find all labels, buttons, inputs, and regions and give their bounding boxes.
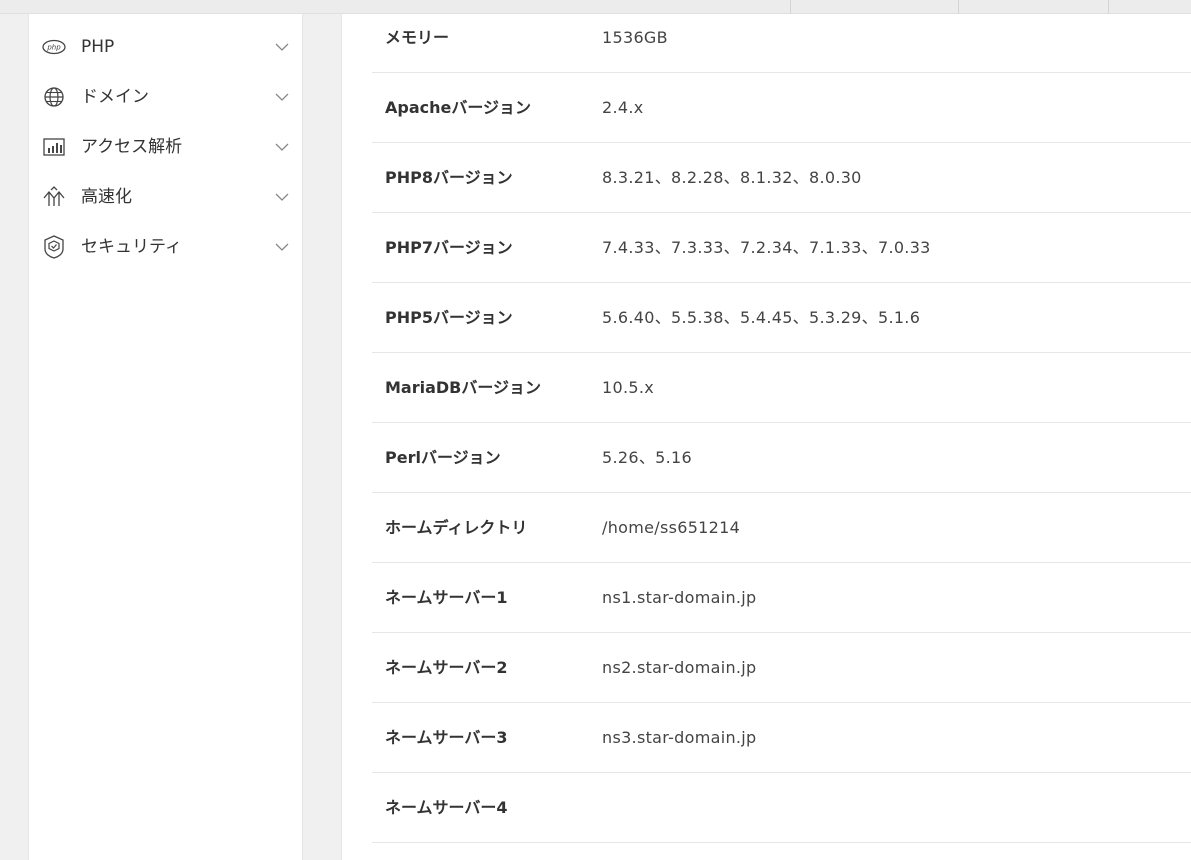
row-value: 5.26、5.16 (602, 448, 692, 467)
svg-text:php: php (46, 44, 61, 52)
table-row: Perlバージョン 5.26、5.16 (372, 423, 1191, 493)
row-key: PHP7バージョン (385, 238, 513, 257)
row-key: ネームサーバー3 (385, 728, 508, 747)
table-row: PHP7バージョン 7.4.33、7.3.33、7.2.34、7.1.33、7.… (372, 213, 1191, 283)
table-row: PHP5バージョン 5.6.40、5.5.38、5.4.45、5.3.29、5.… (372, 283, 1191, 353)
chart-icon (42, 136, 66, 158)
table-row: ネームサーバー2 ns2.star-domain.jp (372, 633, 1191, 703)
row-value: 8.3.21、8.2.28、8.1.32、8.0.30 (602, 168, 862, 187)
chevron-down-icon (274, 89, 290, 105)
table-row: MariaDBバージョン 10.5.x (372, 353, 1191, 423)
row-key: MariaDBバージョン (385, 378, 542, 397)
row-key: PHP8バージョン (385, 168, 513, 187)
row-key: ホームディレクトリ (385, 518, 528, 537)
sidebar-item-label: ドメイン (81, 87, 149, 107)
table-row: ネームサーバー4 (372, 773, 1191, 843)
php-icon: php (42, 36, 66, 58)
sidebar-item-security[interactable]: セキュリティ (29, 222, 302, 272)
chevron-down-icon (274, 189, 290, 205)
shield-icon (42, 235, 66, 259)
server-info-panel: メモリー 1536GB Apacheバージョン 2.4.x PHP8バージョン … (341, 14, 1191, 860)
sidebar: php PHP ドメイン アクセス解析 高速化 セキュリティ (28, 14, 303, 860)
globe-icon (42, 86, 66, 108)
row-key: ネームサーバー2 (385, 658, 508, 677)
table-row: ネームサーバー3 ns3.star-domain.jp (372, 703, 1191, 773)
sidebar-item-speedup[interactable]: 高速化 (29, 172, 302, 222)
sidebar-item-access-analysis[interactable]: アクセス解析 (29, 122, 302, 172)
speed-icon (42, 186, 66, 208)
table-row: Apacheバージョン 2.4.x (372, 73, 1191, 143)
row-value: 5.6.40、5.5.38、5.4.45、5.3.29、5.1.6 (602, 308, 921, 327)
sidebar-item-label: アクセス解析 (81, 137, 183, 157)
table-row: ネームサーバー1 ns1.star-domain.jp (372, 563, 1191, 633)
sidebar-item-domain[interactable]: ドメイン (29, 72, 302, 122)
row-key: メモリー (385, 28, 450, 47)
row-value: 2.4.x (602, 98, 644, 117)
row-value: ns1.star-domain.jp (602, 588, 757, 607)
row-key: ネームサーバー1 (385, 588, 508, 607)
row-key: PHP5バージョン (385, 308, 513, 327)
chevron-down-icon (274, 139, 290, 155)
chevron-down-icon (274, 39, 290, 55)
row-value: 10.5.x (602, 378, 654, 397)
chevron-down-icon (274, 239, 290, 255)
table-row: PHP8バージョン 8.3.21、8.2.28、8.1.32、8.0.30 (372, 143, 1191, 213)
row-value: ns2.star-domain.jp (602, 658, 757, 677)
sidebar-item-label: PHP (81, 37, 115, 57)
sidebar-item-label: 高速化 (81, 187, 132, 207)
row-value: 1536GB (602, 28, 668, 47)
row-key: Perlバージョン (385, 448, 501, 467)
row-value: /home/ss651214 (602, 518, 741, 537)
sidebar-item-label: セキュリティ (81, 237, 182, 257)
table-row: ホームディレクトリ /home/ss651214 (372, 493, 1191, 563)
row-key: Apacheバージョン (385, 98, 532, 117)
row-value: 7.4.33、7.3.33、7.2.34、7.1.33、7.0.33 (602, 238, 931, 257)
row-value: ns3.star-domain.jp (602, 728, 757, 747)
sidebar-item-php[interactable]: php PHP (29, 22, 302, 72)
table-row: メモリー 1536GB (372, 3, 1191, 73)
row-key: ネームサーバー4 (385, 798, 508, 817)
